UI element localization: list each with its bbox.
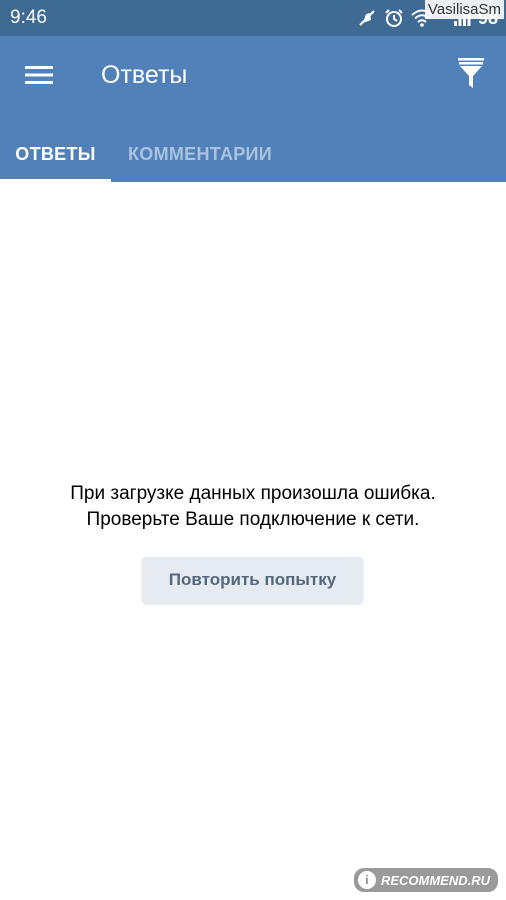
tab-comments[interactable]: КОММЕНТАРИИ [128,127,272,182]
status-time: 9:46 [10,7,47,28]
tab-comments-label: КОММЕНТАРИИ [128,144,273,164]
status-bar: 9:46 3G [0,0,506,36]
menu-button[interactable] [22,60,56,94]
watermark-username: VasilisaSm [424,0,504,19]
watermark-recommend: i RECOMMEND.RU [353,868,498,892]
hamburger-menu-icon [25,65,53,90]
tab-answers-label: ОТВЕТЫ [15,144,96,164]
tab-answers[interactable]: ОТВЕТЫ [0,127,111,182]
recommend-logo-icon: i [357,871,376,889]
content-area: При загрузке данных произошла ошибка. Пр… [0,182,506,900]
error-line-1: При загрузке данных произошла ошибка. [70,483,436,504]
retry-button[interactable]: Повторить попытку [142,557,363,603]
tab-bar: ОТВЕТЫ КОММЕНТАРИИ [0,127,506,182]
filter-button[interactable] [454,56,488,96]
app-bar: Ответы ОТВЕТЫ КОММЕНТАРИИ [0,36,506,182]
alarm-icon [384,8,404,28]
error-message: При загрузке данных произошла ошибка. Пр… [0,481,506,533]
watermark-text: RECOMMEND.RU [380,872,490,888]
error-line-2: Проверьте Ваше подключение к сети. [86,509,420,530]
filter-icon [458,57,484,95]
page-title: Ответы [101,61,188,89]
mute-icon [357,8,377,28]
